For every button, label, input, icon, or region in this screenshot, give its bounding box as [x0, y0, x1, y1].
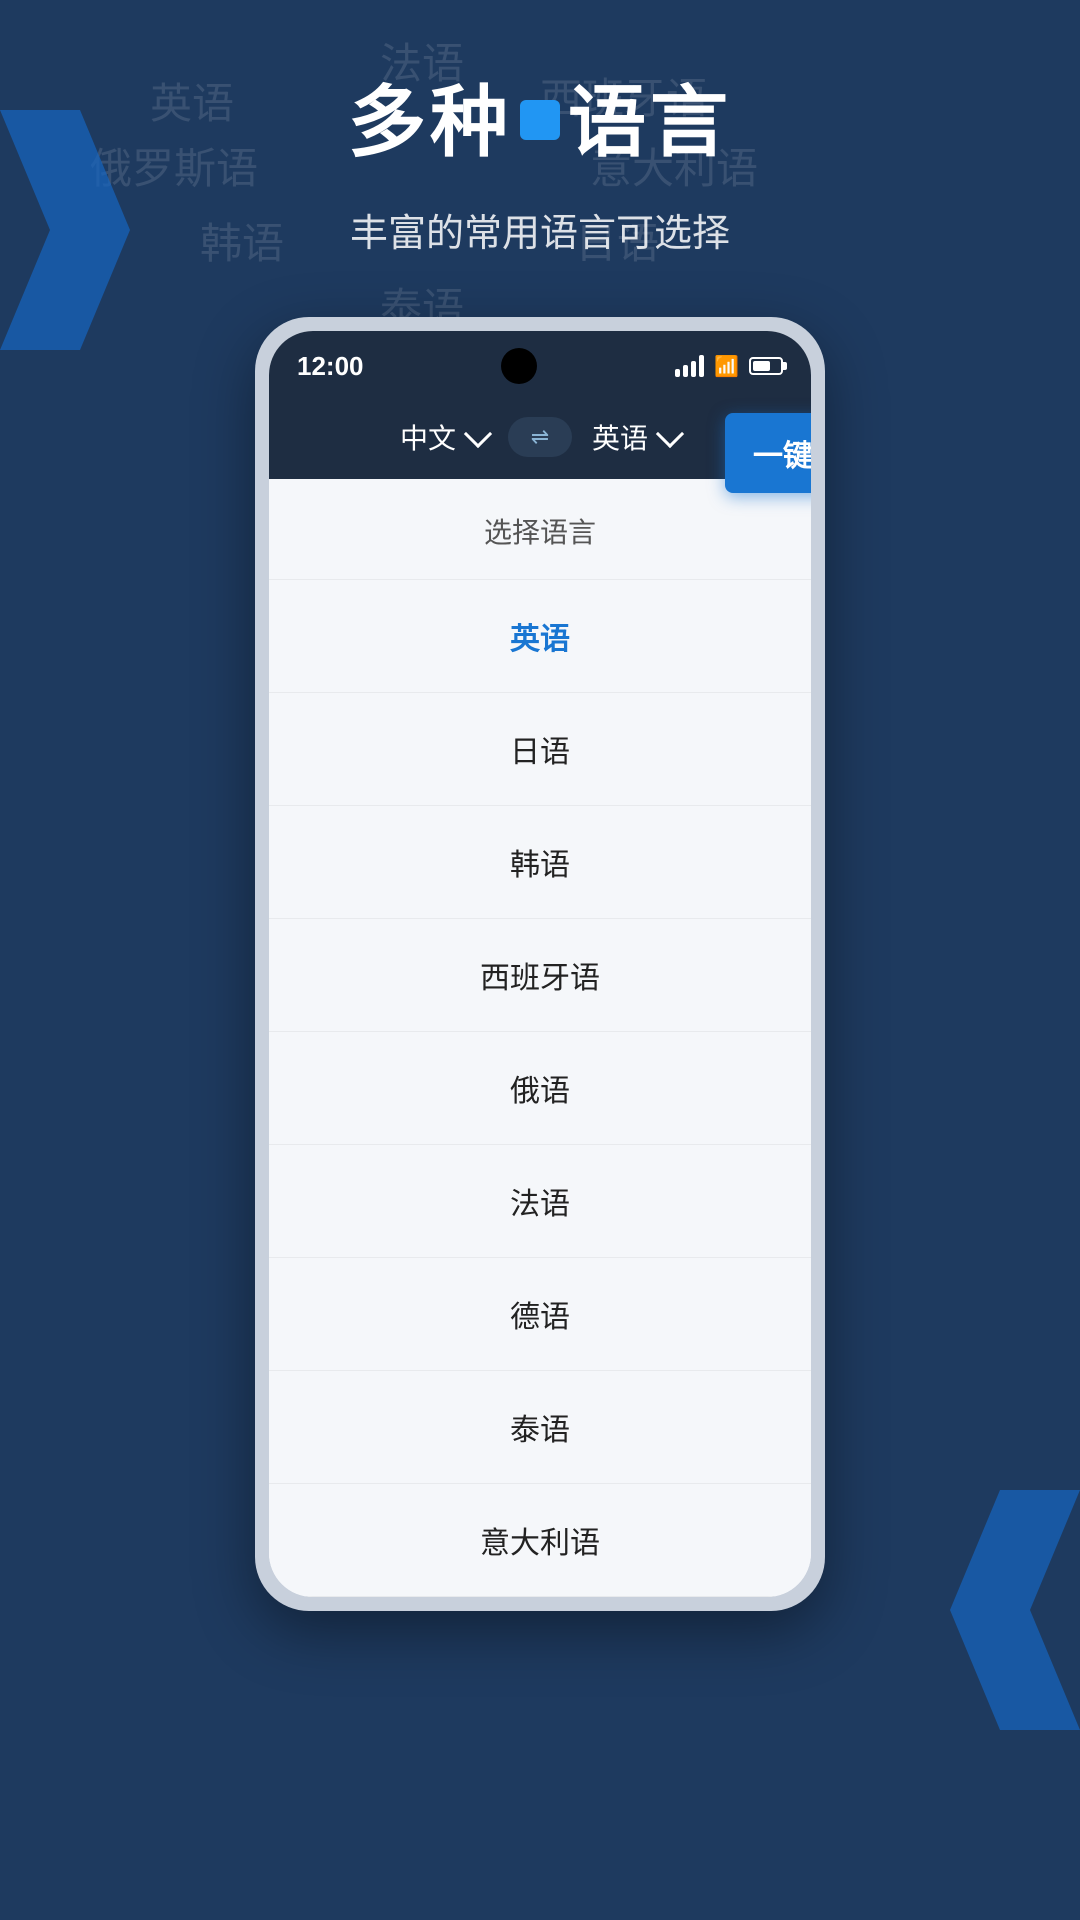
lang-item-french[interactable]: 法语: [269, 1145, 811, 1258]
right-chevron-decoration: [950, 1490, 1080, 1730]
wifi-icon: 📶: [714, 354, 739, 379]
header-section: 多种语言 丰富的常用语言可选择: [0, 0, 1080, 257]
sub-title: 丰富的常用语言可选择: [0, 202, 1080, 257]
battery-icon: [749, 357, 783, 375]
lang-item-spanish[interactable]: 西班牙语: [269, 919, 811, 1032]
one-click-switch-badge[interactable]: 一键切换: [725, 413, 811, 493]
source-lang-selector[interactable]: 中文: [400, 417, 488, 457]
lang-item-russian[interactable]: 俄语: [269, 1032, 811, 1145]
battery-fill: [753, 361, 770, 371]
phone-screen: 12:00 📶 中文: [269, 331, 811, 1597]
lang-item-korean[interactable]: 韩语: [269, 806, 811, 919]
lang-item-japanese[interactable]: 日语: [269, 693, 811, 806]
signal-bar-4: [699, 355, 704, 377]
status-time: 12:00: [297, 351, 364, 382]
source-lang-arrow-icon: [464, 420, 492, 448]
lang-item-english[interactable]: 英语: [269, 580, 811, 693]
title-dot-icon: [520, 100, 560, 140]
source-lang-label: 中文: [400, 417, 456, 457]
status-bar: 12:00 📶: [269, 331, 811, 395]
swap-button[interactable]: ⇌: [508, 417, 572, 457]
lang-item-thai[interactable]: 泰语: [269, 1371, 811, 1484]
signal-icon: [675, 355, 704, 377]
target-lang-arrow-icon: [656, 420, 684, 448]
target-lang-label: 英语: [592, 417, 648, 457]
signal-bar-3: [691, 361, 696, 377]
lang-item-italian[interactable]: 意大利语: [269, 1484, 811, 1597]
title-text2: 语言: [568, 78, 732, 166]
status-icons: 📶: [675, 354, 783, 379]
lang-item-german[interactable]: 德语: [269, 1258, 811, 1371]
signal-bar-1: [675, 369, 680, 377]
signal-bar-2: [683, 365, 688, 377]
language-list: 选择语言 英语 日语 韩语 西班牙语 俄语 法语 德语 泰语 意大利语: [269, 479, 811, 1597]
swap-icon: ⇌: [531, 424, 549, 450]
main-title: 多种语言: [348, 60, 732, 172]
app-toolbar: 中文 ⇌ 英语 一键切换: [269, 395, 811, 479]
camera-notch: [501, 348, 537, 384]
phone-mockup: 12:00 📶 中文: [255, 317, 825, 1611]
language-list-header: 选择语言: [269, 479, 811, 580]
title-text: 多种: [348, 78, 512, 166]
target-lang-selector[interactable]: 英语: [592, 417, 680, 457]
phone-mockup-wrapper: 12:00 📶 中文: [255, 317, 825, 1611]
